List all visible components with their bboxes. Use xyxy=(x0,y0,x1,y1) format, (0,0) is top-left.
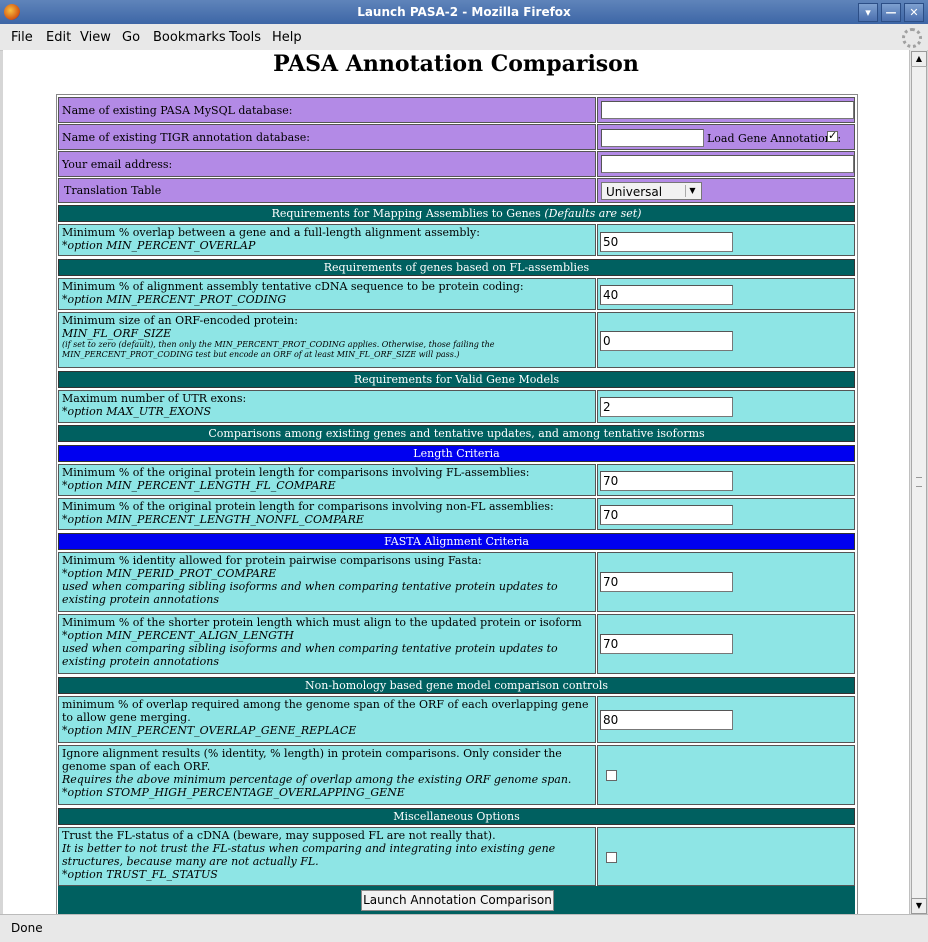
email-input[interactable] xyxy=(601,155,854,173)
window-title: Launch PASA-2 - Mozilla Firefox xyxy=(357,5,571,19)
throbber-icon xyxy=(902,28,922,48)
perid-label: Minimum % identity allowed for protein p… xyxy=(58,552,596,612)
load-gene-checkbox[interactable] xyxy=(827,129,838,142)
menu-bookmarks[interactable]: Bookmarks xyxy=(153,30,226,45)
email-label: Your email address: xyxy=(58,151,596,177)
window-menu-button[interactable]: ▾ xyxy=(858,3,878,22)
section-header-length-criteria: Length Criteria xyxy=(58,445,855,462)
tigr-cell: Load Gene Annotations: xyxy=(597,124,855,150)
scrollbar-thumb[interactable] xyxy=(911,66,927,903)
min-percent-overlap-input[interactable] xyxy=(600,232,733,252)
section-header-non-homology: Non-homology based gene model comparison… xyxy=(58,677,855,694)
launch-button[interactable]: Launch Annotation Comparison xyxy=(361,890,554,911)
overlap-cell xyxy=(597,224,855,256)
chevron-down-icon: ▼ xyxy=(685,185,699,197)
stomp-checkbox[interactable] xyxy=(606,770,617,781)
min-percent-overlap-gene-replace-input[interactable] xyxy=(600,710,733,730)
status-bar: Done xyxy=(0,914,928,942)
scroll-up-icon[interactable]: ▲ xyxy=(911,51,927,67)
length-fl-label: Minimum % of the original protein length… xyxy=(58,464,596,496)
tigr-db-input[interactable] xyxy=(601,129,704,147)
db-cell xyxy=(597,97,855,123)
page-content: PASA Annotation Comparison Name of exist… xyxy=(3,50,909,914)
min-percent-align-length-input[interactable] xyxy=(600,634,733,654)
gene-replace-label: minimum % of overlap required among the … xyxy=(58,696,596,743)
db-label: Name of existing PASA MySQL database: xyxy=(58,97,596,123)
menu-file[interactable]: File xyxy=(11,30,33,45)
close-button[interactable]: ✕ xyxy=(904,3,924,22)
menu-tools[interactable]: Tools xyxy=(229,30,261,45)
vertical-scrollbar[interactable]: ▲ ▼ xyxy=(909,50,927,914)
section-header-comparisons: Comparisons among existing genes and ten… xyxy=(58,425,855,442)
stomp-cell xyxy=(597,745,855,805)
section-header-valid-gene-models: Requirements for Valid Gene Models xyxy=(58,371,855,388)
align-length-cell xyxy=(597,614,855,674)
menu-view[interactable]: View xyxy=(80,30,111,45)
translation-label: Translation Table xyxy=(58,178,596,203)
trust-fl-checkbox[interactable] xyxy=(606,852,617,863)
translation-cell: Universal ▼ xyxy=(597,178,855,203)
prot-coding-label: Minimum % of alignment assembly tentativ… xyxy=(58,278,596,310)
perid-cell xyxy=(597,552,855,612)
section-header-fasta-criteria: FASTA Alignment Criteria xyxy=(58,533,855,550)
tigr-label: Name of existing TIGR annotation databas… xyxy=(58,124,596,150)
trust-fl-cell xyxy=(597,827,855,886)
overlap-label: Minimum % overlap between a gene and a f… xyxy=(58,224,596,256)
orf-size-label: Minimum size of an ORF-encoded protein: M… xyxy=(58,312,596,368)
window-titlebar: Launch PASA-2 - Mozilla Firefox ▾ — ✕ xyxy=(0,0,928,24)
status-text: Done xyxy=(11,921,43,935)
length-nonfl-label: Minimum % of the original protein length… xyxy=(58,498,596,530)
menu-help[interactable]: Help xyxy=(272,30,302,45)
menu-edit[interactable]: Edit xyxy=(46,30,71,45)
section-header-misc: Miscellaneous Options xyxy=(58,808,855,825)
db-name-input[interactable] xyxy=(601,101,854,119)
section-header-mapping: Requirements for Mapping Assemblies to G… xyxy=(58,205,855,222)
translation-table-select[interactable]: Universal ▼ xyxy=(601,182,702,200)
prot-coding-cell xyxy=(597,278,855,310)
min-percent-length-fl-input[interactable] xyxy=(600,471,733,491)
trust-fl-label: Trust the FL-status of a cDNA (beware, m… xyxy=(58,827,596,886)
page-title: PASA Annotation Comparison xyxy=(273,51,639,77)
grip-icon xyxy=(916,477,922,487)
menu-go[interactable]: Go xyxy=(122,30,140,45)
email-cell xyxy=(597,151,855,177)
load-gene-label: Load Gene Annotations: xyxy=(707,132,842,145)
utr-exons-cell xyxy=(597,390,855,423)
orf-size-cell xyxy=(597,312,855,368)
minimize-button[interactable]: — xyxy=(881,3,901,22)
utr-exons-label: Maximum number of UTR exons: *option MAX_… xyxy=(58,390,596,423)
length-nonfl-cell xyxy=(597,498,855,530)
max-utr-exons-input[interactable] xyxy=(600,397,733,417)
length-fl-cell xyxy=(597,464,855,496)
min-perid-prot-compare-input[interactable] xyxy=(600,572,733,592)
stomp-label: Ignore alignment results (% identity, % … xyxy=(58,745,596,805)
min-percent-prot-coding-input[interactable] xyxy=(600,285,733,305)
min-percent-length-nonfl-input[interactable] xyxy=(600,505,733,525)
min-fl-orf-size-input[interactable] xyxy=(600,331,733,351)
menu-bar: File Edit View Go Bookmarks Tools Help xyxy=(0,24,928,51)
section-header-fl-assemblies: Requirements of genes based on FL-assemb… xyxy=(58,259,855,276)
align-length-label: Minimum % of the shorter protein length … xyxy=(58,614,596,674)
gene-replace-cell xyxy=(597,696,855,743)
scroll-down-icon[interactable]: ▼ xyxy=(911,898,927,914)
